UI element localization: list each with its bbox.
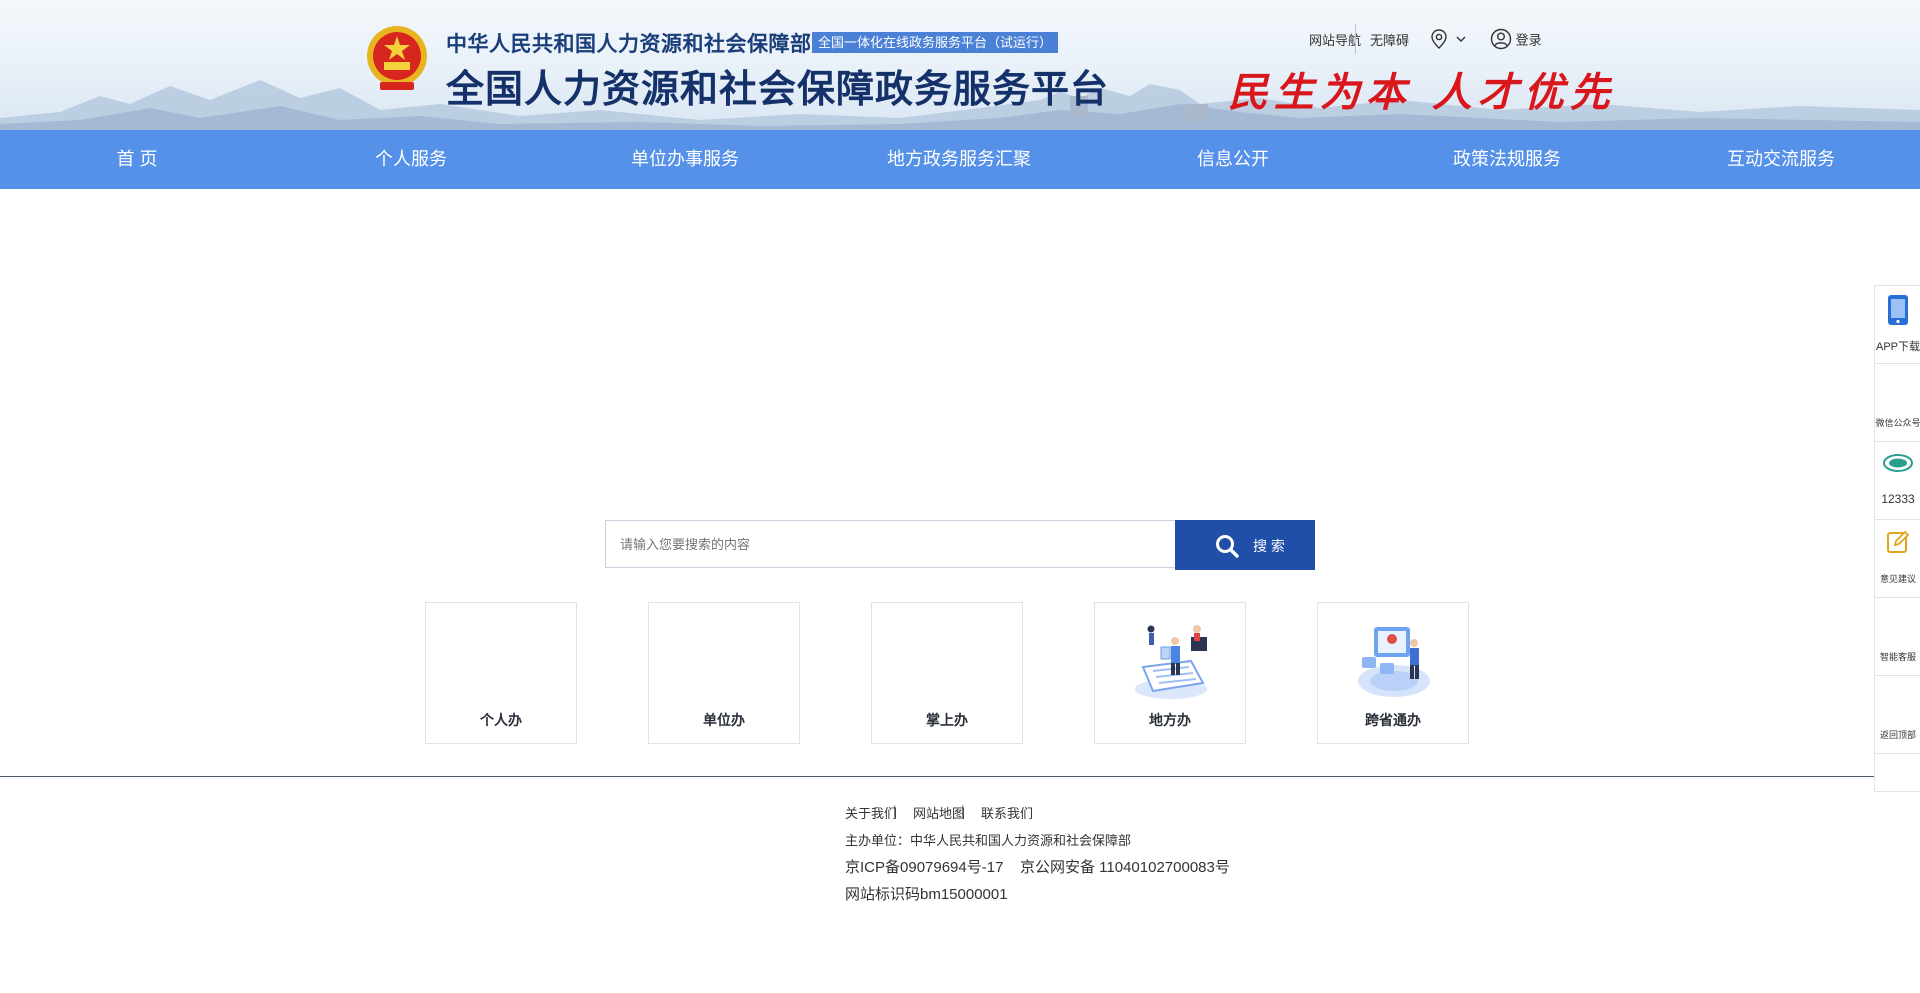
chevron-down-icon xyxy=(1456,36,1466,42)
national-emblem-icon xyxy=(367,26,427,90)
nav-local-service[interactable]: 地方政务服务汇聚 xyxy=(822,130,1096,189)
service-card-mobile[interactable]: 掌上办 xyxy=(871,602,1023,744)
header-banner: 中华人民共和国人力资源和社会保障部 全国一体化在线政务服务平台（试运行） 全国人… xyxy=(0,0,1920,130)
nav-info-disclosure[interactable]: 信息公开 xyxy=(1096,130,1370,189)
hotline-12333-icon xyxy=(1883,454,1913,472)
footer-link-sitemap[interactable]: 网站地图 xyxy=(913,803,965,822)
service-card-cross-province[interactable]: 跨省通办 xyxy=(1317,602,1469,744)
sidebar-label: 微信公众号 xyxy=(1875,418,1920,428)
login-label: 登录 xyxy=(1515,32,1542,48)
phone-icon xyxy=(1888,295,1908,325)
footer-separator: | xyxy=(893,803,897,818)
footer-site-code: 网站标识码bm15000001 xyxy=(845,886,1008,903)
cross-province-icon xyxy=(1358,627,1430,697)
service-card-local[interactable]: 地方办 xyxy=(1094,602,1246,744)
accessibility-link[interactable]: 无障碍 xyxy=(1370,30,1409,49)
floating-sidebar: APP下载 微信公众号 12333 意见建议 智能客服 返回顶部 xyxy=(1874,285,1920,792)
card-label: 掌上办 xyxy=(926,712,968,728)
location-selector[interactable] xyxy=(1430,28,1468,53)
sidebar-label: 意见建议 xyxy=(1879,574,1916,584)
sidebar-label: 12333 xyxy=(1881,492,1915,506)
nav-personal-service[interactable]: 个人服务 xyxy=(274,130,548,189)
sidebar-label: 智能客服 xyxy=(1879,652,1916,662)
nav-unit-service[interactable]: 单位办事服务 xyxy=(548,130,822,189)
local-service-icon xyxy=(1135,625,1207,699)
divider xyxy=(1355,24,1356,54)
service-card-unit[interactable]: 单位办 xyxy=(648,602,800,744)
sidebar-app-download[interactable]: APP下载 xyxy=(1875,286,1920,364)
sidebar-label: 返回顶部 xyxy=(1879,730,1916,740)
ministry-name: 中华人民共和国人力资源和社会保障部 xyxy=(446,33,812,56)
sidebar-feedback[interactable]: 意见建议 xyxy=(1875,520,1920,598)
nav-home[interactable]: 首 页 xyxy=(0,130,274,189)
site-nav-link[interactable]: 网站导航 xyxy=(1309,30,1361,49)
footer-links: 关于我们 | 网站地图 | 联系我们 xyxy=(845,803,1033,822)
login-link[interactable]: 登录 xyxy=(1490,28,1542,50)
sidebar-wechat[interactable]: 微信公众号 xyxy=(1875,364,1920,442)
card-label: 个人办 xyxy=(480,712,522,728)
nav-policy-service[interactable]: 政策法规服务 xyxy=(1370,130,1644,189)
search-icon xyxy=(1216,535,1239,558)
search-box xyxy=(605,520,1175,568)
footer-link-about[interactable]: 关于我们 xyxy=(845,803,897,822)
sidebar-hotline[interactable]: 12333 xyxy=(1875,442,1920,520)
sidebar-customer-service[interactable]: 智能客服 xyxy=(1875,598,1920,676)
edit-icon xyxy=(1887,530,1910,553)
search-input[interactable] xyxy=(606,521,1175,567)
nav-interaction-service[interactable]: 互动交流服务 xyxy=(1644,130,1918,189)
footer-police-record[interactable]: 京公网安备 11040102700083号 xyxy=(1020,856,1230,877)
search-button-label: 搜 索 xyxy=(1253,538,1285,554)
sidebar-back-to-top[interactable]: 返回顶部 xyxy=(1875,676,1920,754)
user-icon xyxy=(1490,28,1512,50)
card-label: 跨省通办 xyxy=(1365,712,1421,728)
footer-separator: | xyxy=(961,803,965,818)
slogan: 民生为本 人才优先 xyxy=(1228,69,1616,116)
service-card-personal[interactable]: 个人办 xyxy=(425,602,577,744)
footer-link-contact[interactable]: 联系我们 xyxy=(981,803,1033,822)
card-label: 地方办 xyxy=(1149,712,1191,728)
trial-badge: 全国一体化在线政务服务平台（试运行） xyxy=(812,32,1059,53)
map-pin-icon xyxy=(1431,29,1466,49)
footer-divider xyxy=(0,776,1920,777)
footer-sponsor: 主办单位：中华人民共和国人力资源和社会保障部 xyxy=(845,833,1132,848)
sidebar-label: APP下载 xyxy=(1875,341,1920,353)
main-nav: 首 页 个人服务 单位办事服务 地方政务服务汇聚 信息公开 政策法规服务 互动交… xyxy=(0,130,1920,189)
footer-icp[interactable]: 京ICP备09079694号-17 xyxy=(845,856,1003,877)
card-label: 单位办 xyxy=(703,712,745,728)
platform-title: 全国人力资源和社会保障政务服务平台 xyxy=(446,69,1110,111)
search-button[interactable]: 搜 索 xyxy=(1175,520,1315,570)
